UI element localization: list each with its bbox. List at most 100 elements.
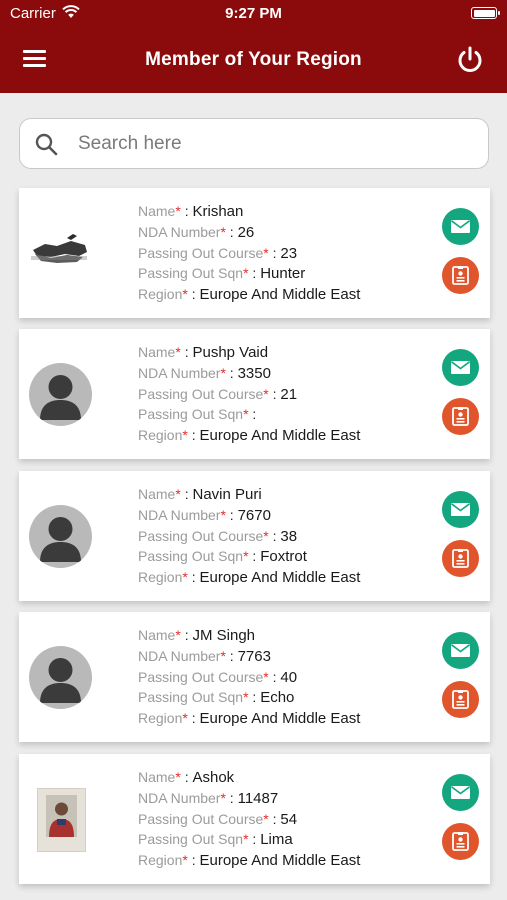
separator: : <box>180 203 193 219</box>
member-details: Name* : Ashok NDA Number* : 11487 Passing … <box>138 769 438 873</box>
field-name: Name* : Ashok <box>138 769 438 790</box>
value-nda: 11487 <box>237 789 279 807</box>
field-nda: NDA Number* : 11487 <box>138 790 438 811</box>
label-region: Region <box>138 852 183 869</box>
label-nda: NDA Number <box>138 364 221 381</box>
field-course: Passing Out Course* : 23 <box>138 245 438 266</box>
label-name: Name <box>138 203 176 219</box>
field-nda: NDA Number* : 7670 <box>138 507 438 528</box>
app-header: Carrier 9:27 PM Member of Your Region <box>0 0 507 93</box>
avatar <box>29 646 92 709</box>
member-card[interactable]: Name* : Navin Puri NDA Number* : 7670 Pass… <box>19 471 490 601</box>
field-nda: NDA Number* : 26 <box>138 224 438 245</box>
mail-icon[interactable] <box>442 491 479 528</box>
separator: : <box>180 769 193 785</box>
mail-icon[interactable] <box>442 208 479 245</box>
field-region: Region* : Europe And Middle East <box>138 569 438 590</box>
label-nda: NDA Number <box>138 506 221 523</box>
id-card-icon[interactable] <box>442 398 479 435</box>
member-details: Name* : JM Singh NDA Number* : 7763 Passin… <box>138 627 438 731</box>
value-region: Europe And Middle East <box>199 427 361 445</box>
value-course: 40 <box>280 668 298 686</box>
member-details: Name* : Pushp Vaid NDA Number* : 3350 Pass… <box>138 344 438 448</box>
field-name: Name* : JM Singh <box>138 627 438 648</box>
value-name: Krishan <box>192 203 244 220</box>
label-nda: NDA Number <box>138 647 221 664</box>
label-course: Passing Out Course <box>138 668 264 685</box>
member-details: Name* : Krishan NDA Number* : 26 Passing O… <box>138 203 438 307</box>
separator: : <box>268 385 281 402</box>
value-sqn: Foxtrot <box>260 548 307 566</box>
label-course: Passing Out Course <box>138 527 264 544</box>
label-nda: NDA Number <box>138 789 221 806</box>
avatar <box>29 505 92 568</box>
separator: : <box>248 406 257 423</box>
separator: : <box>180 344 193 360</box>
member-card[interactable]: Name* : Pushp Vaid NDA Number* : 3350 Pass… <box>19 329 490 459</box>
field-course: Passing Out Course* : 40 <box>138 669 438 690</box>
search-icon <box>35 133 58 156</box>
value-name: Ashok <box>192 769 235 786</box>
mail-icon[interactable] <box>442 349 479 386</box>
page-title: Member of Your Region <box>145 49 362 70</box>
separator: : <box>187 427 200 444</box>
value-course: 21 <box>280 385 298 403</box>
id-card-icon[interactable] <box>442 681 479 718</box>
field-region: Region* : Europe And Middle East <box>138 710 438 731</box>
power-icon[interactable] <box>454 44 486 76</box>
value-name: Pushp Vaid <box>192 344 269 361</box>
label-sqn: Passing Out Sqn <box>138 548 244 565</box>
field-name: Name* : Pushp Vaid <box>138 344 438 365</box>
label-course: Passing Out Course <box>138 385 264 402</box>
value-region: Europe And Middle East <box>199 852 361 870</box>
label-sqn: Passing Out Sqn <box>138 265 244 282</box>
separator: : <box>187 710 200 727</box>
label-name: Name <box>138 344 176 360</box>
label-nda: NDA Number <box>138 223 221 240</box>
search-input[interactable] <box>78 129 468 159</box>
status-time: 9:27 PM <box>225 5 282 22</box>
battery-icon <box>471 7 500 19</box>
field-sqn: Passing Out Sqn* : Hunter <box>138 265 438 286</box>
member-details: Name* : Navin Puri NDA Number* : 7670 Pass… <box>138 486 438 590</box>
id-card-icon[interactable] <box>442 257 479 294</box>
field-sqn: Passing Out Sqn* : <box>138 406 438 427</box>
label-region: Region <box>138 286 183 303</box>
field-sqn: Passing Out Sqn* : Lima <box>138 831 438 852</box>
member-card[interactable]: Name* : Krishan NDA Number* : 26 Passing O… <box>19 188 490 318</box>
id-card-icon[interactable] <box>442 540 479 577</box>
id-card-icon[interactable] <box>442 823 479 860</box>
mail-icon[interactable] <box>442 632 479 669</box>
value-sqn: Echo <box>260 689 295 707</box>
separator: : <box>180 486 193 502</box>
value-course: 38 <box>280 527 298 545</box>
field-nda: NDA Number* : 7763 <box>138 648 438 669</box>
separator: : <box>180 627 193 643</box>
label-sqn: Passing Out Sqn <box>138 406 244 423</box>
field-name: Name* : Navin Puri <box>138 486 438 507</box>
label-region: Region <box>138 427 183 444</box>
profile-photo <box>37 788 86 852</box>
label-sqn: Passing Out Sqn <box>138 689 244 706</box>
value-sqn: Hunter <box>260 265 306 283</box>
label-name: Name <box>138 486 176 502</box>
value-nda: 26 <box>237 223 255 241</box>
member-card[interactable]: Name* : JM Singh NDA Number* : 7763 Passin… <box>19 612 490 742</box>
field-course: Passing Out Course* : 38 <box>138 528 438 549</box>
separator: : <box>268 668 281 685</box>
label-region: Region <box>138 710 183 727</box>
profile-photo <box>27 230 91 274</box>
separator: : <box>248 689 261 706</box>
value-course: 23 <box>280 244 298 262</box>
separator: : <box>248 831 261 848</box>
member-card[interactable]: Name* : Ashok NDA Number* : 11487 Passing … <box>19 754 490 884</box>
label-name: Name <box>138 627 176 643</box>
separator: : <box>248 548 261 565</box>
separator: : <box>187 569 200 586</box>
mail-icon[interactable] <box>442 774 479 811</box>
value-nda: 7670 <box>237 506 271 524</box>
separator: : <box>248 265 261 282</box>
value-sqn: Lima <box>260 831 293 849</box>
value-region: Europe And Middle East <box>199 569 361 587</box>
search-box[interactable] <box>19 118 489 169</box>
